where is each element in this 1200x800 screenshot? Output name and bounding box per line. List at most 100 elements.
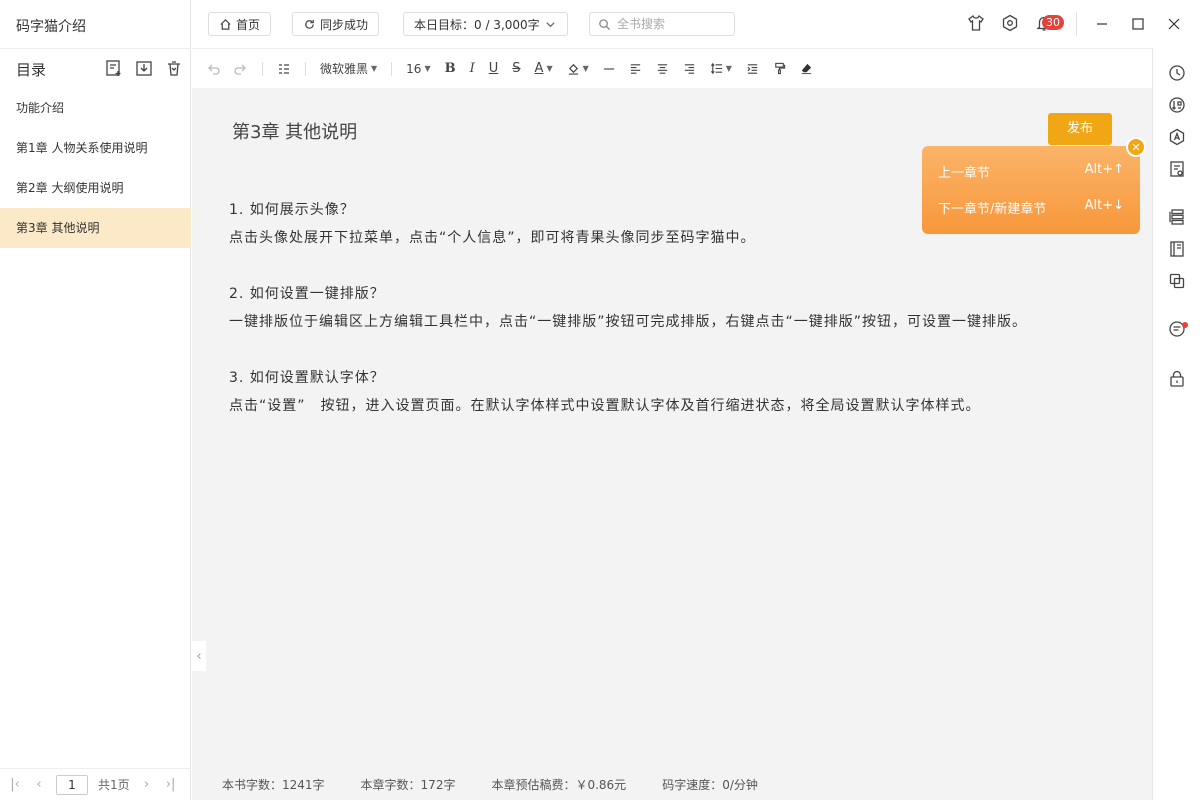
- home-button[interactable]: 首页: [208, 12, 272, 36]
- collapse-sidebar-icon[interactable]: ‹: [192, 641, 206, 671]
- skin-icon[interactable]: [967, 14, 985, 32]
- toolbar-separator: [391, 61, 393, 76]
- line-height-select[interactable]: ▼: [710, 59, 732, 79]
- format-toolbar: 微软雅黑 ▼ 16 ▼ B I U S A ▼ ▼ ▼: [192, 48, 1152, 88]
- indent-icon[interactable]: [746, 59, 759, 79]
- content-paragraph: 2. 如何设置一键排版？: [229, 286, 385, 302]
- font-size-select[interactable]: 16 ▼: [406, 59, 430, 79]
- prev-chapter-shortcut: Alt+↑: [1084, 162, 1124, 177]
- topbar: 首页 同步成功 本日目标：0 / 3,000字 30: [192, 0, 1200, 48]
- window-separator: [1076, 12, 1077, 36]
- align-right-icon[interactable]: [683, 59, 696, 79]
- horizontal-rule-icon[interactable]: [603, 59, 615, 79]
- toc-list: 功能介绍 第1章 人物关系使用说明 第2章 大纲使用说明 第3章 其他说明: [0, 88, 191, 248]
- toc-title: 目录: [16, 61, 47, 79]
- caret-down-icon: ▼: [582, 64, 589, 73]
- last-page-icon[interactable]: ›|: [164, 777, 178, 792]
- sort-icon[interactable]: [1168, 96, 1186, 114]
- format-painter-icon[interactable]: [773, 59, 786, 79]
- next-chapter-shortcut: Alt+↓: [1084, 198, 1124, 213]
- format-layout-icon[interactable]: [277, 59, 291, 79]
- sidebar: 码字猫介绍 目录 功能介绍 第1章 人物关系使用说明 第2章 大纲使用说明 第3…: [0, 0, 191, 800]
- content-paragraph: 点击“设置” 按钮，进入设置页面。在默认字体样式中设置默认字体及首行缩进状态，将…: [229, 398, 981, 414]
- paint-bucket-icon: [568, 63, 578, 75]
- toolbar-separator: [262, 61, 263, 76]
- search-input[interactable]: [617, 17, 727, 31]
- book-title[interactable]: 码字猫介绍: [16, 16, 86, 36]
- prev-chapter-row[interactable]: 上一章节 Alt+↑: [938, 162, 1124, 181]
- maximize-icon[interactable]: [1128, 14, 1148, 34]
- recycle-bin-icon[interactable]: [165, 59, 183, 77]
- toc-header: 目录: [0, 48, 191, 88]
- copy-icon[interactable]: [1168, 272, 1186, 290]
- caret-down-icon: ▼: [725, 64, 732, 73]
- daily-goal-label: 本日目标：0 / 3,000字: [414, 17, 540, 32]
- notification-badge: 30: [1042, 15, 1064, 30]
- lock-icon[interactable]: [1168, 370, 1186, 388]
- eraser-icon[interactable]: [800, 59, 813, 79]
- redo-icon[interactable]: [234, 59, 248, 79]
- home-icon: [219, 18, 232, 31]
- toc-item[interactable]: 功能介绍: [0, 88, 191, 128]
- sync-button[interactable]: 同步成功: [292, 12, 380, 36]
- italic-icon[interactable]: I: [470, 59, 475, 79]
- toolbar-separator: [305, 61, 306, 76]
- chapter-title[interactable]: 第3章 其他说明: [232, 118, 357, 144]
- align-center-icon[interactable]: [656, 59, 669, 79]
- chapter-nav-popup: 上一章节 Alt+↑ 下一章节/新建章节 Alt+↓: [922, 146, 1140, 234]
- sync-icon: [303, 18, 316, 31]
- prev-chapter-label: 上一章节: [938, 166, 991, 181]
- right-rail: [1152, 48, 1200, 800]
- next-chapter-row[interactable]: 下一章节/新建章节 Alt+↓: [938, 198, 1124, 217]
- toc-item[interactable]: 第1章 人物关系使用说明: [0, 128, 191, 168]
- prev-page-icon[interactable]: ‹: [32, 777, 46, 792]
- font-color-select[interactable]: A ▼: [535, 59, 553, 79]
- estimated-fee: 本章预估稿费：￥0.86元: [491, 777, 627, 792]
- daily-goal-button[interactable]: 本日目标：0 / 3,000字: [403, 12, 568, 36]
- next-page-icon[interactable]: ›: [140, 777, 154, 792]
- publish-button[interactable]: 发布: [1048, 113, 1112, 145]
- content-paragraph: 一键排版位于编辑区上方编辑工具栏中，点击“一键排版”按钮可完成排版，右键点击“一…: [229, 314, 1028, 330]
- caret-down-icon: ▼: [546, 64, 553, 73]
- undo-icon[interactable]: [206, 59, 220, 79]
- search-icon: [598, 18, 611, 31]
- font-size-value: 16: [406, 61, 422, 76]
- font-check-icon[interactable]: [1168, 128, 1186, 146]
- highlight-color-select[interactable]: ▼: [567, 59, 589, 79]
- history-icon[interactable]: [1168, 64, 1186, 82]
- import-icon[interactable]: [135, 59, 153, 77]
- typing-speed: 码字速度：0/分钟: [662, 777, 758, 792]
- status-bar: 本书字数：1241字 本章字数：172字 本章预估稿费：￥0.86元 码字速度：…: [192, 768, 1152, 800]
- minimize-icon[interactable]: [1092, 14, 1112, 34]
- new-chapter-icon[interactable]: [105, 59, 123, 77]
- align-left-icon[interactable]: [629, 59, 642, 79]
- page-total: 共1页: [98, 778, 130, 792]
- chapter-word-count: 本章字数：172字: [360, 777, 456, 792]
- toc-item[interactable]: 第2章 大纲使用说明: [0, 168, 191, 208]
- content-paragraph: 3. 如何设置默认字体？: [229, 370, 385, 386]
- toc-item-active[interactable]: 第3章 其他说明: [0, 208, 191, 248]
- caret-down-icon: ▼: [424, 64, 431, 73]
- chevron-down-icon: [544, 18, 557, 31]
- strikethrough-icon[interactable]: S: [512, 59, 520, 79]
- notes-icon[interactable]: [1168, 160, 1186, 178]
- sync-label: 同步成功: [320, 17, 369, 32]
- page-input[interactable]: 1: [56, 774, 88, 795]
- settings-icon[interactable]: [1001, 14, 1019, 32]
- close-icon[interactable]: [1164, 14, 1184, 34]
- book-word-count: 本书字数：1241字: [222, 777, 325, 792]
- material-icon[interactable]: [1168, 240, 1186, 258]
- underline-icon[interactable]: U: [489, 59, 499, 79]
- first-page-icon[interactable]: |‹: [8, 777, 22, 792]
- caret-down-icon: ▼: [371, 64, 378, 73]
- bold-icon[interactable]: B: [445, 59, 456, 79]
- outline-icon[interactable]: [1168, 208, 1186, 226]
- font-family-value: 微软雅黑: [320, 62, 369, 76]
- font-family-select[interactable]: 微软雅黑 ▼: [320, 59, 377, 79]
- popup-close-icon[interactable]: ✕: [1126, 137, 1146, 157]
- pager: |‹ ‹ 1 共1页 › ›|: [0, 768, 191, 800]
- search-box[interactable]: [589, 12, 735, 36]
- toc-tools: [105, 59, 183, 77]
